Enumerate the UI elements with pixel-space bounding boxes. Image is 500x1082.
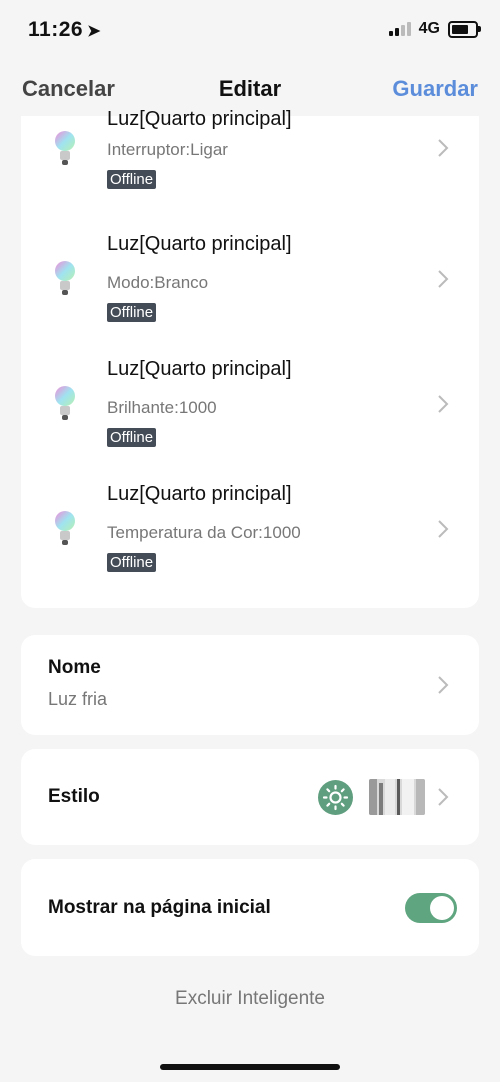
chevron-right-icon <box>438 395 449 413</box>
action-detail: Brilhante:1000 <box>107 398 217 417</box>
status-badge: Offline <box>107 428 157 447</box>
style-label: Estilo <box>48 786 100 807</box>
action-title: Luz[Quarto principal] <box>107 483 292 505</box>
bulb-icon <box>55 511 75 545</box>
actions-card: Luz[Quarto principal] Interruptor:Ligar … <box>21 108 479 608</box>
status-indicators: 4G <box>388 20 481 38</box>
action-row[interactable]: Luz[Quarto principal] Brilhante:1000 Off… <box>21 358 479 483</box>
show-on-home-row: Mostrar na página inicial <box>21 859 479 956</box>
action-title: Luz[Quarto principal] <box>107 358 292 380</box>
chevron-right-icon <box>438 788 449 806</box>
action-detail: Interruptor:Ligar <box>107 140 228 159</box>
name-value: Luz fria <box>48 689 108 709</box>
style-background-thumbnail <box>369 779 425 815</box>
action-row[interactable]: Luz[Quarto principal] Modo:Branco Offlin… <box>21 233 479 358</box>
status-time: 11:26 ➤ <box>28 18 101 42</box>
bulb-icon <box>55 261 75 295</box>
name-row[interactable]: Nome Luz fria <box>21 635 479 735</box>
action-title: Luz[Quarto principal] <box>107 233 292 255</box>
status-bar: 11:26 ➤ 4G <box>0 0 500 62</box>
sun-icon <box>318 780 353 815</box>
show-on-home-label: Mostrar na página inicial <box>48 897 271 918</box>
style-row[interactable]: Estilo <box>21 749 479 845</box>
bulb-icon <box>55 131 75 165</box>
chevron-right-icon <box>438 676 449 694</box>
action-detail: Temperatura da Cor:1000 <box>107 523 301 542</box>
network-type: 4G <box>418 20 440 37</box>
save-button[interactable]: Guardar <box>392 76 478 102</box>
action-row[interactable]: Luz[Quarto principal] Interruptor:Ligar … <box>21 108 479 233</box>
status-time-text: 11:26 <box>28 18 84 41</box>
action-detail: Modo:Branco <box>107 273 209 292</box>
status-badge: Offline <box>107 170 157 189</box>
chevron-right-icon <box>438 139 449 157</box>
action-title: Luz[Quarto principal] <box>107 108 292 130</box>
location-arrow-icon: ➤ <box>87 23 101 40</box>
status-badge: Offline <box>107 553 157 572</box>
chevron-right-icon <box>438 270 449 288</box>
battery-icon <box>448 20 481 38</box>
chevron-right-icon <box>438 520 449 538</box>
bulb-icon <box>55 386 75 420</box>
action-row[interactable]: Luz[Quarto principal] Temperatura da Cor… <box>21 483 479 608</box>
show-on-home-toggle[interactable] <box>405 893 457 923</box>
name-label: Nome <box>48 657 101 678</box>
toggle-knob <box>430 896 454 920</box>
home-indicator[interactable] <box>160 1064 340 1070</box>
status-badge: Offline <box>107 303 157 322</box>
cellular-signal-icon <box>388 22 411 36</box>
delete-smart-button[interactable]: Excluir Inteligente <box>0 988 500 1010</box>
